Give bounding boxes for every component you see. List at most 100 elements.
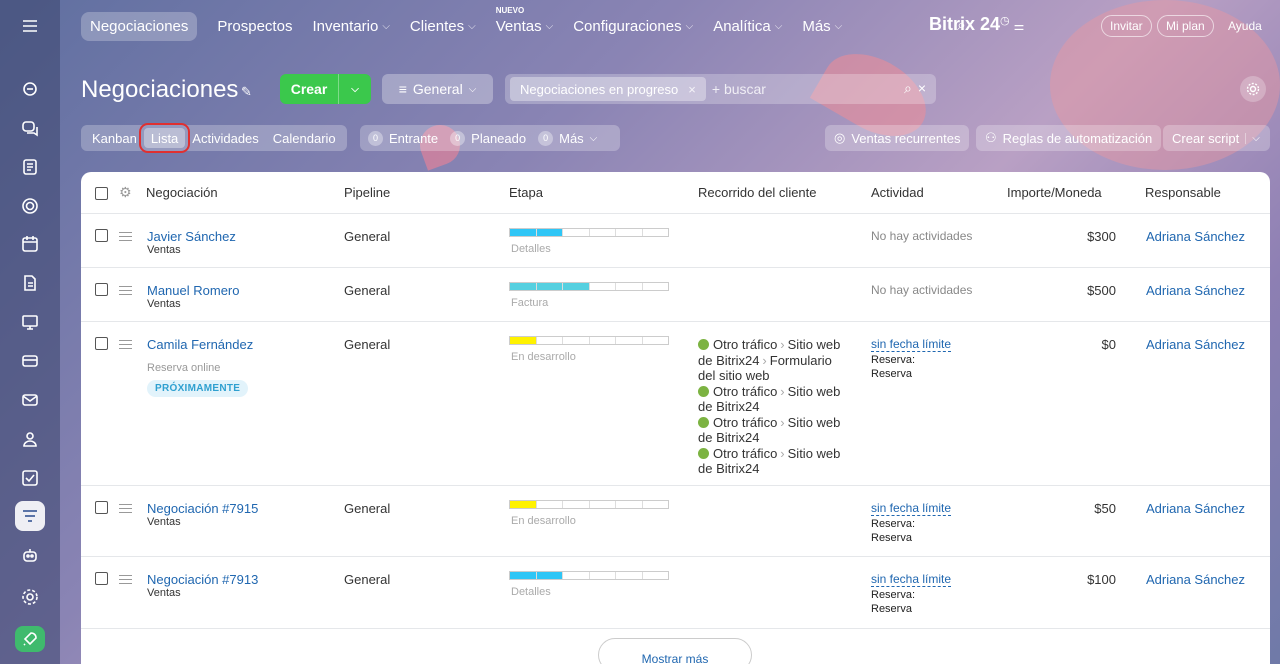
stage-segment[interactable] (510, 337, 537, 344)
chevron-down-icon[interactable]: ⌵ (1245, 132, 1260, 144)
stage-progress[interactable] (509, 571, 669, 580)
nav-configuraciones[interactable]: Configuraciones ⌵ (573, 18, 693, 35)
calendar-icon[interactable] (15, 229, 45, 259)
stage-segment[interactable] (616, 229, 643, 236)
stage-segment[interactable] (590, 572, 616, 579)
table-row[interactable]: Javier Sánchez Ventas General Detalles N… (81, 213, 1270, 267)
row-checkbox[interactable] (95, 337, 108, 350)
counter-planeado[interactable]: 0 Planeado (450, 130, 526, 146)
column-header-pipeline[interactable]: Pipeline (344, 172, 390, 213)
drag-handle-icon[interactable] (119, 575, 132, 584)
menu-icon[interactable] (15, 11, 45, 41)
stage-segment[interactable] (643, 501, 669, 508)
card-icon[interactable] (15, 346, 45, 376)
create-button[interactable]: Crear ⌵ (280, 74, 371, 104)
counter-mas[interactable]: 0 Más ⌵ (538, 130, 597, 146)
stage-progress[interactable] (509, 336, 669, 345)
table-row[interactable]: Negociación #7913 Ventas General Detalle… (81, 556, 1270, 628)
owner-link[interactable]: Adriana Sánchez (1146, 283, 1245, 298)
stage-segment[interactable] (590, 283, 616, 290)
search-input[interactable] (711, 81, 862, 97)
column-header-etapa[interactable]: Etapa (509, 172, 543, 213)
deal-name-link[interactable]: Javier Sánchez (147, 229, 236, 244)
filter-chip[interactable]: Negociaciones en progreso × (510, 77, 706, 101)
tab-lista[interactable]: Lista (138, 123, 191, 153)
nav-ventas[interactable]: NUEVO Ventas ⌵ (496, 6, 553, 35)
stage-segment[interactable] (643, 337, 669, 344)
nav-prospectos[interactable]: Prospectos (217, 18, 292, 35)
owner-link[interactable]: Adriana Sánchez (1146, 337, 1245, 352)
table-row[interactable]: Manuel Romero Ventas General Factura No … (81, 267, 1270, 321)
owner-link[interactable]: Adriana Sánchez (1146, 229, 1245, 244)
document-icon[interactable] (15, 268, 45, 298)
tab-actividades[interactable]: Actividades (185, 128, 265, 148)
stage-segment[interactable] (510, 229, 537, 236)
column-header-responsable[interactable]: Responsable (1145, 172, 1221, 213)
settings-gear-icon[interactable]: ⚙ (119, 184, 132, 201)
owner-link[interactable]: Adriana Sánchez (1146, 572, 1245, 587)
contacts-icon[interactable] (15, 424, 45, 454)
nav-analitica[interactable]: Analítica ⌵ (713, 18, 782, 35)
nav-mas[interactable]: Más ⌵ (802, 18, 842, 35)
invite-button[interactable]: Invitar (1101, 15, 1152, 37)
automation-rules-button[interactable]: ⚇ Reglas de automatización (976, 125, 1162, 151)
row-checkbox[interactable] (95, 283, 108, 296)
deadline-link[interactable]: sin fecha límite (871, 501, 952, 516)
tasks-list-icon[interactable] (15, 152, 45, 182)
feed-icon[interactable] (15, 74, 45, 104)
stage-segment[interactable] (563, 501, 590, 508)
settings-gear-icon[interactable] (1240, 76, 1266, 102)
row-checkbox[interactable] (95, 229, 108, 242)
show-more-button[interactable]: Mostrar más (598, 638, 752, 664)
stage-segment[interactable] (590, 337, 616, 344)
stage-segment[interactable] (590, 501, 616, 508)
stage-segment[interactable] (510, 283, 537, 290)
clear-icon[interactable]: × (918, 80, 926, 97)
tab-calendario[interactable]: Calendario (266, 128, 343, 148)
stage-segment[interactable] (563, 283, 590, 290)
stage-segment[interactable] (536, 572, 563, 579)
chat-icon[interactable] (15, 113, 45, 143)
stage-segment[interactable] (536, 229, 563, 236)
stage-segment[interactable] (563, 337, 590, 344)
nav-clientes[interactable]: Clientes ⌵ (410, 18, 476, 35)
owner-link[interactable]: Adriana Sánchez (1146, 501, 1245, 516)
column-header-actividad[interactable]: Actividad (871, 172, 924, 213)
drag-handle-icon[interactable] (119, 340, 132, 349)
create-script-button[interactable]: Crear script ⌵ (1163, 125, 1270, 151)
deal-name-link[interactable]: Negociación #7915 (147, 501, 258, 516)
column-header-negociacion[interactable]: Negociación (146, 172, 218, 213)
tab-kanban[interactable]: Kanban (85, 128, 144, 148)
stage-progress[interactable] (509, 500, 669, 509)
stage-segment[interactable] (537, 501, 563, 508)
recurring-sales-button[interactable]: ◎ Ventas recurrentes (825, 125, 970, 151)
pipeline-selector[interactable]: ≡ General ⌵ (382, 74, 493, 104)
pin-icon[interactable]: ✎ (241, 84, 252, 100)
stage-segment[interactable] (536, 283, 563, 290)
stage-progress[interactable] (509, 228, 669, 237)
drag-handle-icon[interactable] (119, 232, 132, 241)
counter-entrante[interactable]: 0 Entrante (368, 130, 438, 146)
board-icon[interactable] (15, 307, 45, 337)
deal-name-link[interactable]: Manuel Romero (147, 283, 240, 298)
checkbox-task-icon[interactable] (15, 463, 45, 493)
nav-negociaciones[interactable]: Negociaciones (81, 11, 198, 41)
row-checkbox[interactable] (95, 501, 108, 514)
rocket-icon[interactable] (15, 626, 45, 652)
stage-segment[interactable] (590, 229, 616, 236)
filter-search-bar[interactable]: Negociaciones en progreso × ⌕ × (505, 74, 936, 104)
search-icon[interactable]: ⌕ (904, 80, 912, 97)
row-checkbox[interactable] (95, 572, 108, 585)
stage-segment[interactable] (643, 283, 669, 290)
select-all-checkbox[interactable] (95, 187, 108, 200)
table-row[interactable]: Camila Fernández Reserva online PRÓXIMAM… (81, 321, 1270, 485)
stage-segment[interactable] (510, 572, 537, 579)
stage-segment[interactable] (563, 229, 590, 236)
column-header-recorrido[interactable]: Recorrido del cliente (698, 172, 817, 213)
stage-segment[interactable] (643, 572, 669, 579)
deal-name-link[interactable]: Negociación #7913 (147, 572, 258, 587)
stage-progress[interactable] (509, 282, 669, 291)
settings-gear-icon[interactable] (15, 582, 45, 612)
stage-segment[interactable] (537, 337, 563, 344)
chevron-down-icon[interactable]: ⌵ (339, 74, 371, 104)
